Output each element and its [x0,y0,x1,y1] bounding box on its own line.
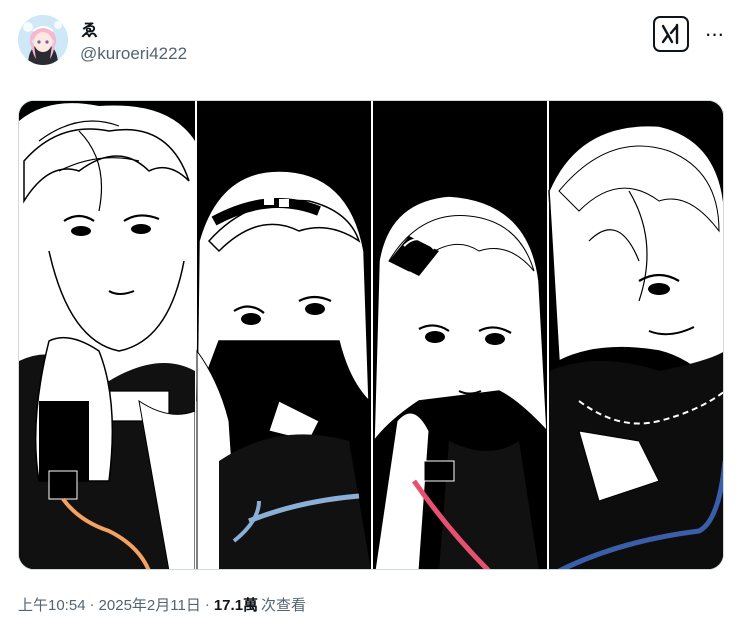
grok-icon [661,23,679,45]
tweet-media-image[interactable] [18,100,724,570]
more-options-button[interactable]: ··· [700,20,728,48]
author-handle[interactable]: @kuroeri4222 [80,44,187,64]
tweet: ゑ @kuroeri4222 ··· 上午10:54 · 2025年2月11日 … [0,0,738,617]
panel-1-character [19,101,196,569]
illustration-artwork [19,101,723,569]
author-display-name[interactable]: ゑ [81,16,98,41]
more-options-icon: ··· [704,21,725,46]
grok-button[interactable] [653,16,689,52]
panel-4-character [548,101,723,569]
panel-3-character [373,101,548,569]
meta-separator: · [204,596,210,613]
tweet-meta: 上午10:54 · 2025年2月11日 · 17.1萬 次查看 [18,594,306,615]
panel-2-character [196,101,371,569]
author-avatar[interactable] [18,15,68,65]
views-label: 次查看 [261,597,307,614]
tweet-time[interactable]: 上午10:54 [18,594,86,615]
meta-separator: · [89,596,95,613]
avatar-image [18,15,68,65]
views-count[interactable]: 17.1萬 [214,594,258,615]
tweet-date[interactable]: 2025年2月11日 [99,594,201,615]
